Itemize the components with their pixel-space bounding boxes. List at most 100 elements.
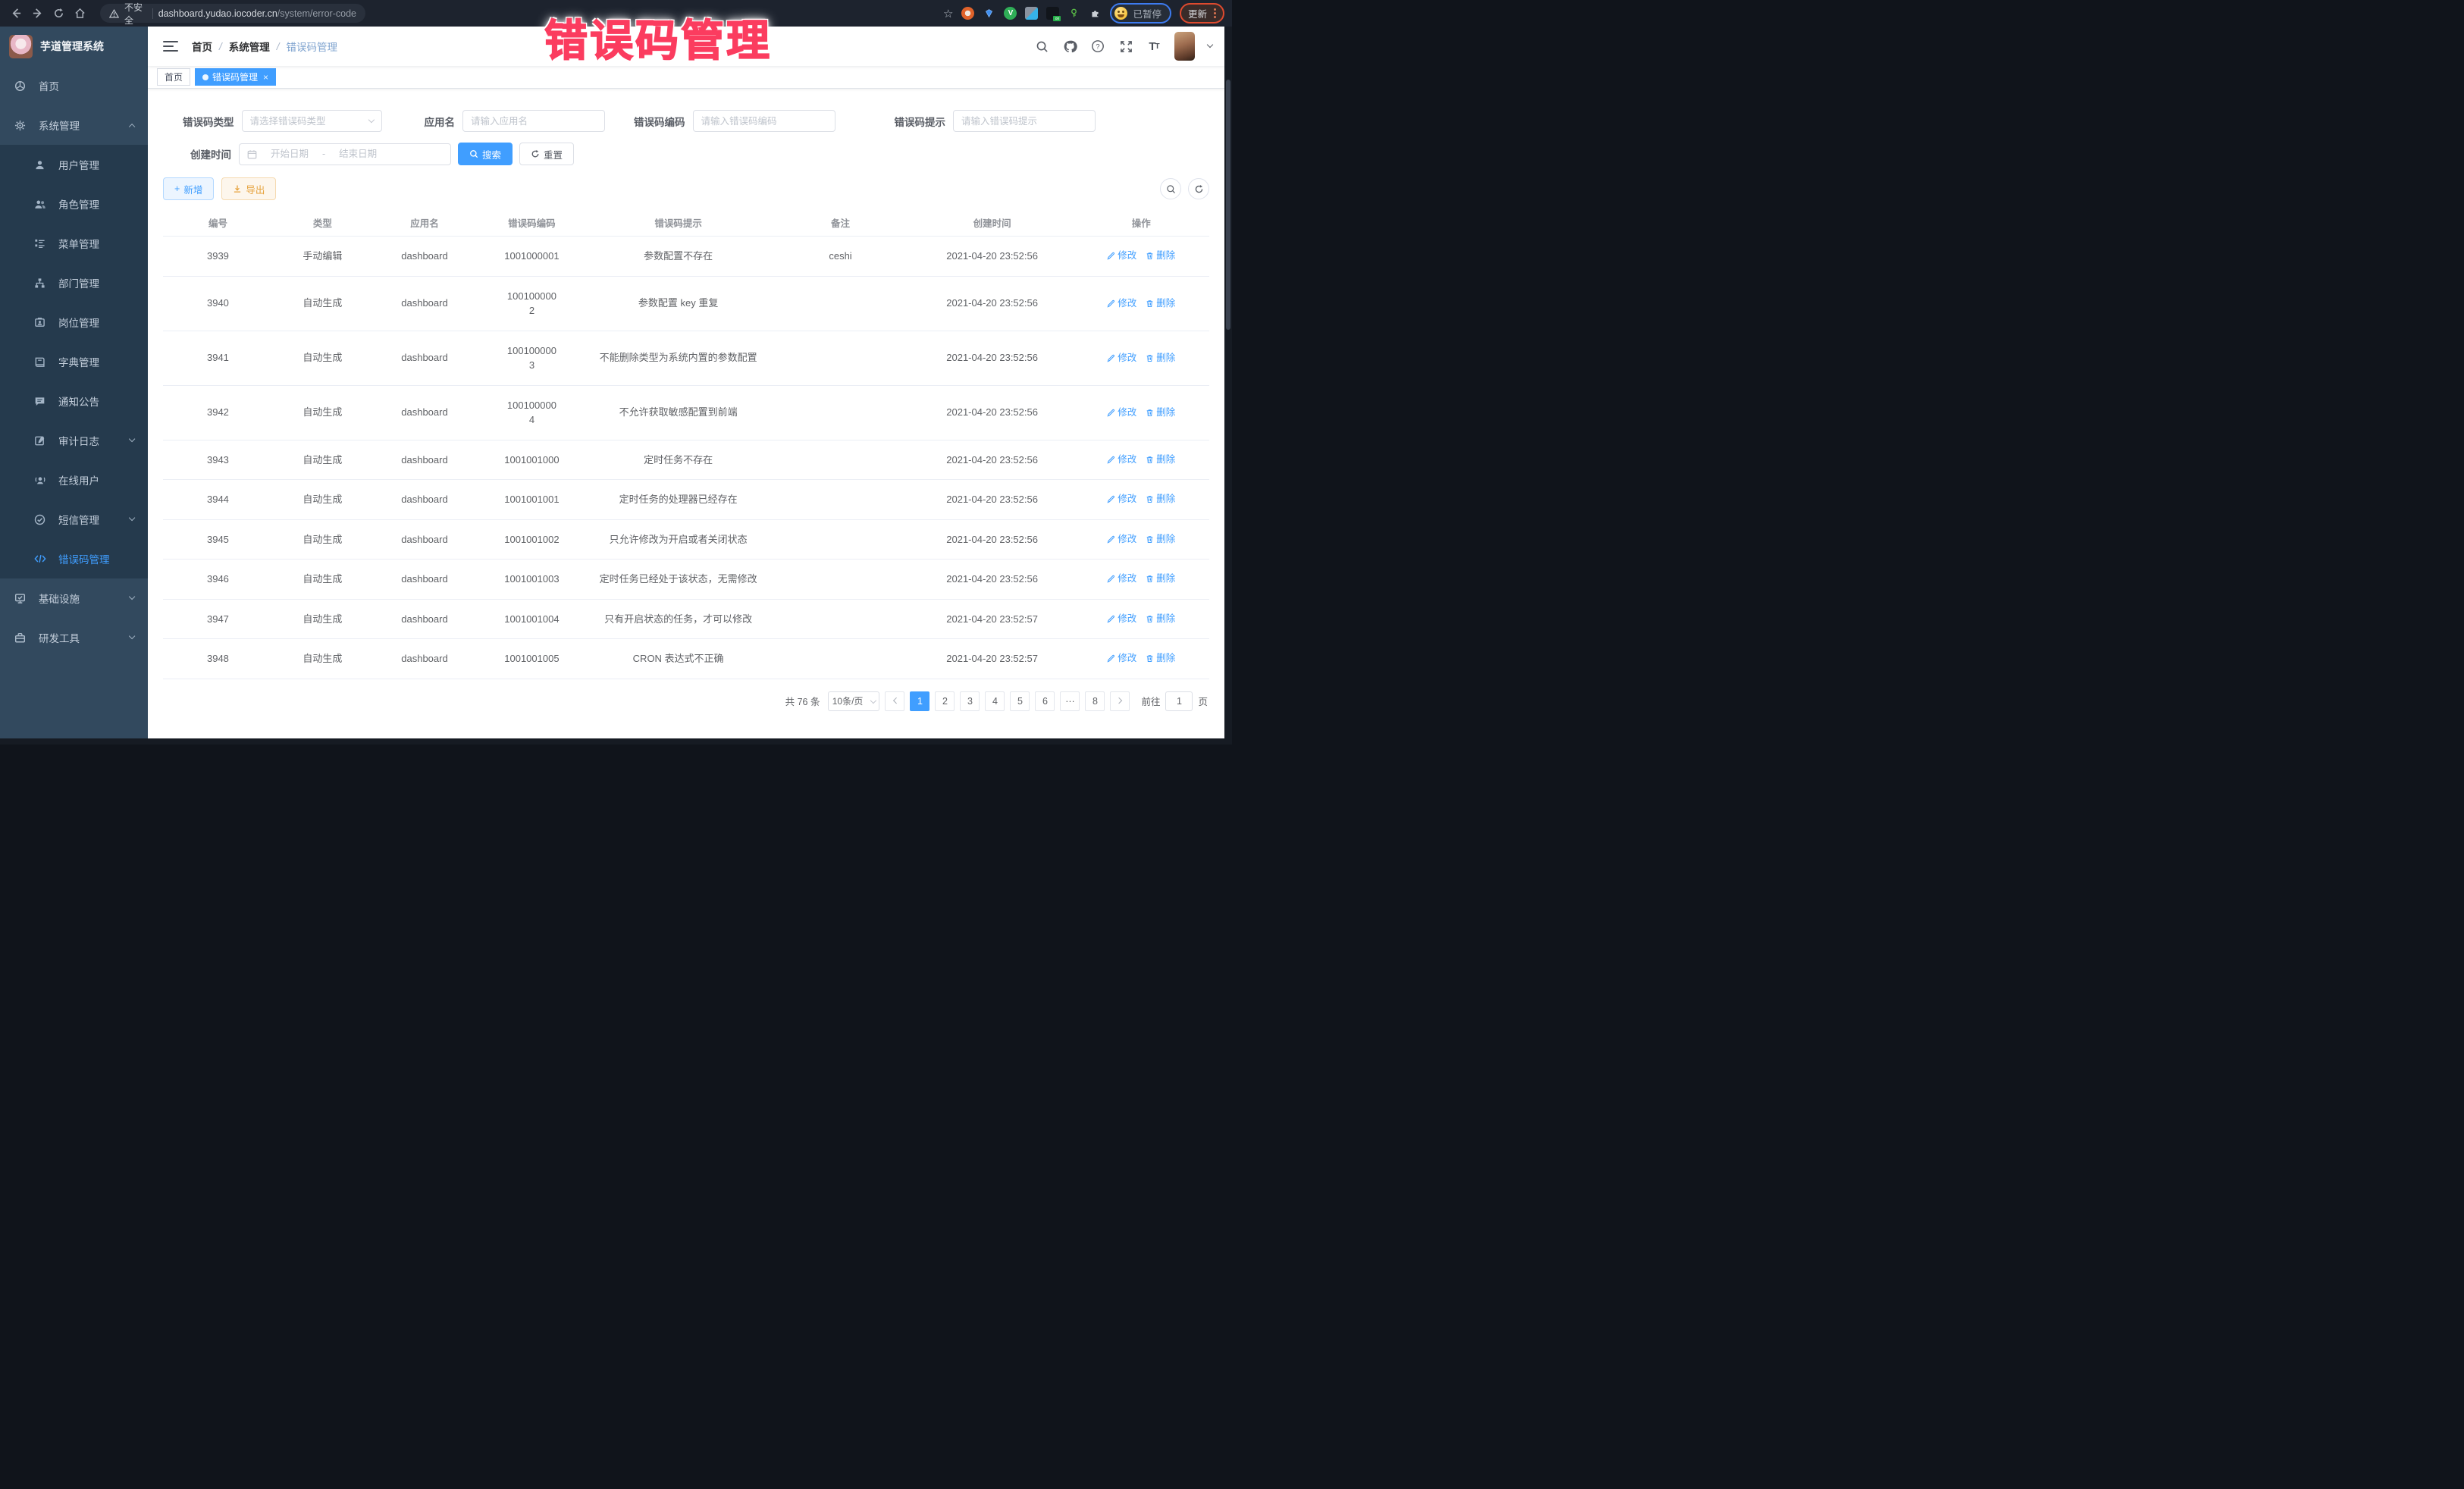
github-icon[interactable]	[1062, 39, 1077, 54]
tag-close-icon[interactable]: ×	[263, 72, 268, 83]
security-warning-icon[interactable]	[109, 9, 119, 18]
help-icon[interactable]: ?	[1090, 39, 1105, 54]
page-button-6[interactable]: 6	[1035, 691, 1055, 711]
edit-link[interactable]: 修改	[1107, 249, 1136, 263]
refresh-table-icon[interactable]	[1188, 178, 1209, 199]
reset-button[interactable]: 重置	[519, 143, 574, 165]
error-type-select[interactable]	[242, 110, 382, 132]
tag-error-code[interactable]: 错误码管理 ×	[195, 68, 276, 86]
edit-link[interactable]: 修改	[1107, 406, 1136, 420]
sidebar-item-8[interactable]: 通知公告	[0, 381, 148, 421]
cell-remark	[770, 400, 911, 425]
sidebar-item-11[interactable]: 短信管理	[0, 500, 148, 539]
user-avatar[interactable]	[1174, 32, 1195, 61]
delete-link[interactable]: 删除	[1146, 572, 1175, 586]
delete-link[interactable]: 删除	[1146, 406, 1175, 420]
delete-link[interactable]: 删除	[1146, 453, 1175, 467]
error-hint-field[interactable]	[953, 110, 1096, 132]
bookmark-star-icon[interactable]: ☆	[943, 7, 953, 20]
edit-link[interactable]: 修改	[1107, 492, 1136, 506]
delete-link[interactable]: 删除	[1146, 351, 1175, 365]
goto-page-input[interactable]	[1165, 691, 1193, 711]
sidebar-item-10[interactable]: 在线用户	[0, 460, 148, 500]
add-button[interactable]: + 新增	[163, 177, 214, 200]
breadcrumb-home[interactable]: 首页	[192, 39, 212, 54]
sidebar-item-7[interactable]: 字典管理	[0, 342, 148, 381]
edit-link[interactable]: 修改	[1107, 651, 1136, 666]
sidebar-item-2[interactable]: 用户管理	[0, 145, 148, 184]
extension-icon-gem[interactable]	[983, 7, 995, 20]
edit-link[interactable]: 修改	[1107, 453, 1136, 467]
delete-link[interactable]: 删除	[1146, 249, 1175, 263]
edit-link[interactable]: 修改	[1107, 351, 1136, 365]
sidebar-item-0[interactable]: 首页	[0, 66, 148, 105]
pagination-ellipsis[interactable]: ···	[1060, 691, 1080, 711]
extension-icon-orange[interactable]	[961, 7, 974, 20]
error-type-select-input[interactable]	[250, 116, 365, 127]
security-label[interactable]: 不安全	[124, 1, 147, 27]
reload-icon[interactable]	[50, 5, 67, 22]
page-size-select[interactable]: 10条/页	[828, 691, 879, 711]
extension-icon-grid[interactable]	[1025, 7, 1038, 20]
app-name-input[interactable]	[471, 116, 597, 127]
page-button-5[interactable]: 5	[1010, 691, 1030, 711]
update-badge[interactable]: 更新	[1180, 3, 1224, 24]
extensions-puzzle-icon[interactable]	[1089, 7, 1102, 20]
error-hint-input[interactable]	[961, 116, 1087, 127]
create-time-range-picker[interactable]: -	[239, 143, 451, 165]
back-icon[interactable]	[8, 5, 24, 22]
delete-link[interactable]: 删除	[1146, 612, 1175, 626]
url-text[interactable]: dashboard.yudao.iocoder.cn/system/error-…	[158, 8, 356, 19]
header-search-icon[interactable]	[1034, 39, 1049, 54]
extension-icon-key[interactable]	[1067, 7, 1080, 20]
breadcrumb-system[interactable]: 系统管理	[229, 39, 270, 54]
browser-menu-icon[interactable]	[1214, 8, 1216, 18]
search-button[interactable]: 搜索	[458, 143, 513, 165]
extension-icon-tabs-on[interactable]: on	[1046, 7, 1059, 20]
forward-icon[interactable]	[29, 5, 45, 22]
avatar-caret-icon[interactable]	[1207, 42, 1213, 48]
home-icon[interactable]	[71, 5, 88, 22]
next-page-button[interactable]	[1110, 691, 1130, 711]
url-bar[interactable]: 不安全 dashboard.yudao.iocoder.cn/system/er…	[100, 4, 365, 23]
extension-icon-green-v[interactable]: V	[1004, 7, 1017, 20]
sidebar-item-9[interactable]: 审计日志	[0, 421, 148, 460]
delete-link[interactable]: 删除	[1146, 492, 1175, 506]
hamburger-icon[interactable]	[163, 41, 178, 52]
fullscreen-icon[interactable]	[1118, 39, 1133, 54]
delete-link[interactable]: 删除	[1146, 532, 1175, 547]
sidebar-item-4[interactable]: 菜单管理	[0, 224, 148, 263]
browser-scrollbar[interactable]	[1224, 27, 1232, 744]
sidebar-item-3[interactable]: 角色管理	[0, 184, 148, 224]
sidebar-item-13[interactable]: 基础设施	[0, 578, 148, 618]
export-button[interactable]: 导出	[221, 177, 276, 200]
delete-link[interactable]: 删除	[1146, 296, 1175, 311]
app-name-field[interactable]	[462, 110, 605, 132]
page-button-3[interactable]: 3	[960, 691, 980, 711]
error-code-input[interactable]	[701, 116, 827, 127]
sidebar-item-14[interactable]: 研发工具	[0, 618, 148, 657]
profile-paused-badge[interactable]: 已暂停	[1110, 3, 1171, 24]
edit-link[interactable]: 修改	[1107, 572, 1136, 586]
app-logo[interactable]: 芋道管理系统	[0, 27, 148, 66]
cell-time: 2021-04-20 23:52:56	[911, 393, 1074, 432]
page-button-2[interactable]: 2	[935, 691, 955, 711]
sidebar-item-active-12[interactable]: 错误码管理	[0, 539, 148, 578]
prev-page-button[interactable]	[885, 691, 904, 711]
delete-link[interactable]: 删除	[1146, 651, 1175, 666]
page-button-4[interactable]: 4	[985, 691, 1005, 711]
font-size-icon[interactable]: TT	[1146, 39, 1161, 54]
end-date-input[interactable]	[330, 149, 386, 159]
toggle-search-icon[interactable]	[1160, 178, 1181, 199]
edit-link[interactable]: 修改	[1107, 612, 1136, 626]
page-button-1[interactable]: 1	[910, 691, 929, 711]
start-date-input[interactable]	[262, 149, 318, 159]
sidebar-item-6[interactable]: 岗位管理	[0, 303, 148, 342]
error-code-field[interactable]	[693, 110, 835, 132]
page-button-8[interactable]: 8	[1085, 691, 1105, 711]
edit-link[interactable]: 修改	[1107, 296, 1136, 311]
sidebar-item-1[interactable]: 系统管理	[0, 105, 148, 145]
sidebar-item-5[interactable]: 部门管理	[0, 263, 148, 303]
edit-link[interactable]: 修改	[1107, 532, 1136, 547]
tag-home[interactable]: 首页	[157, 68, 190, 86]
